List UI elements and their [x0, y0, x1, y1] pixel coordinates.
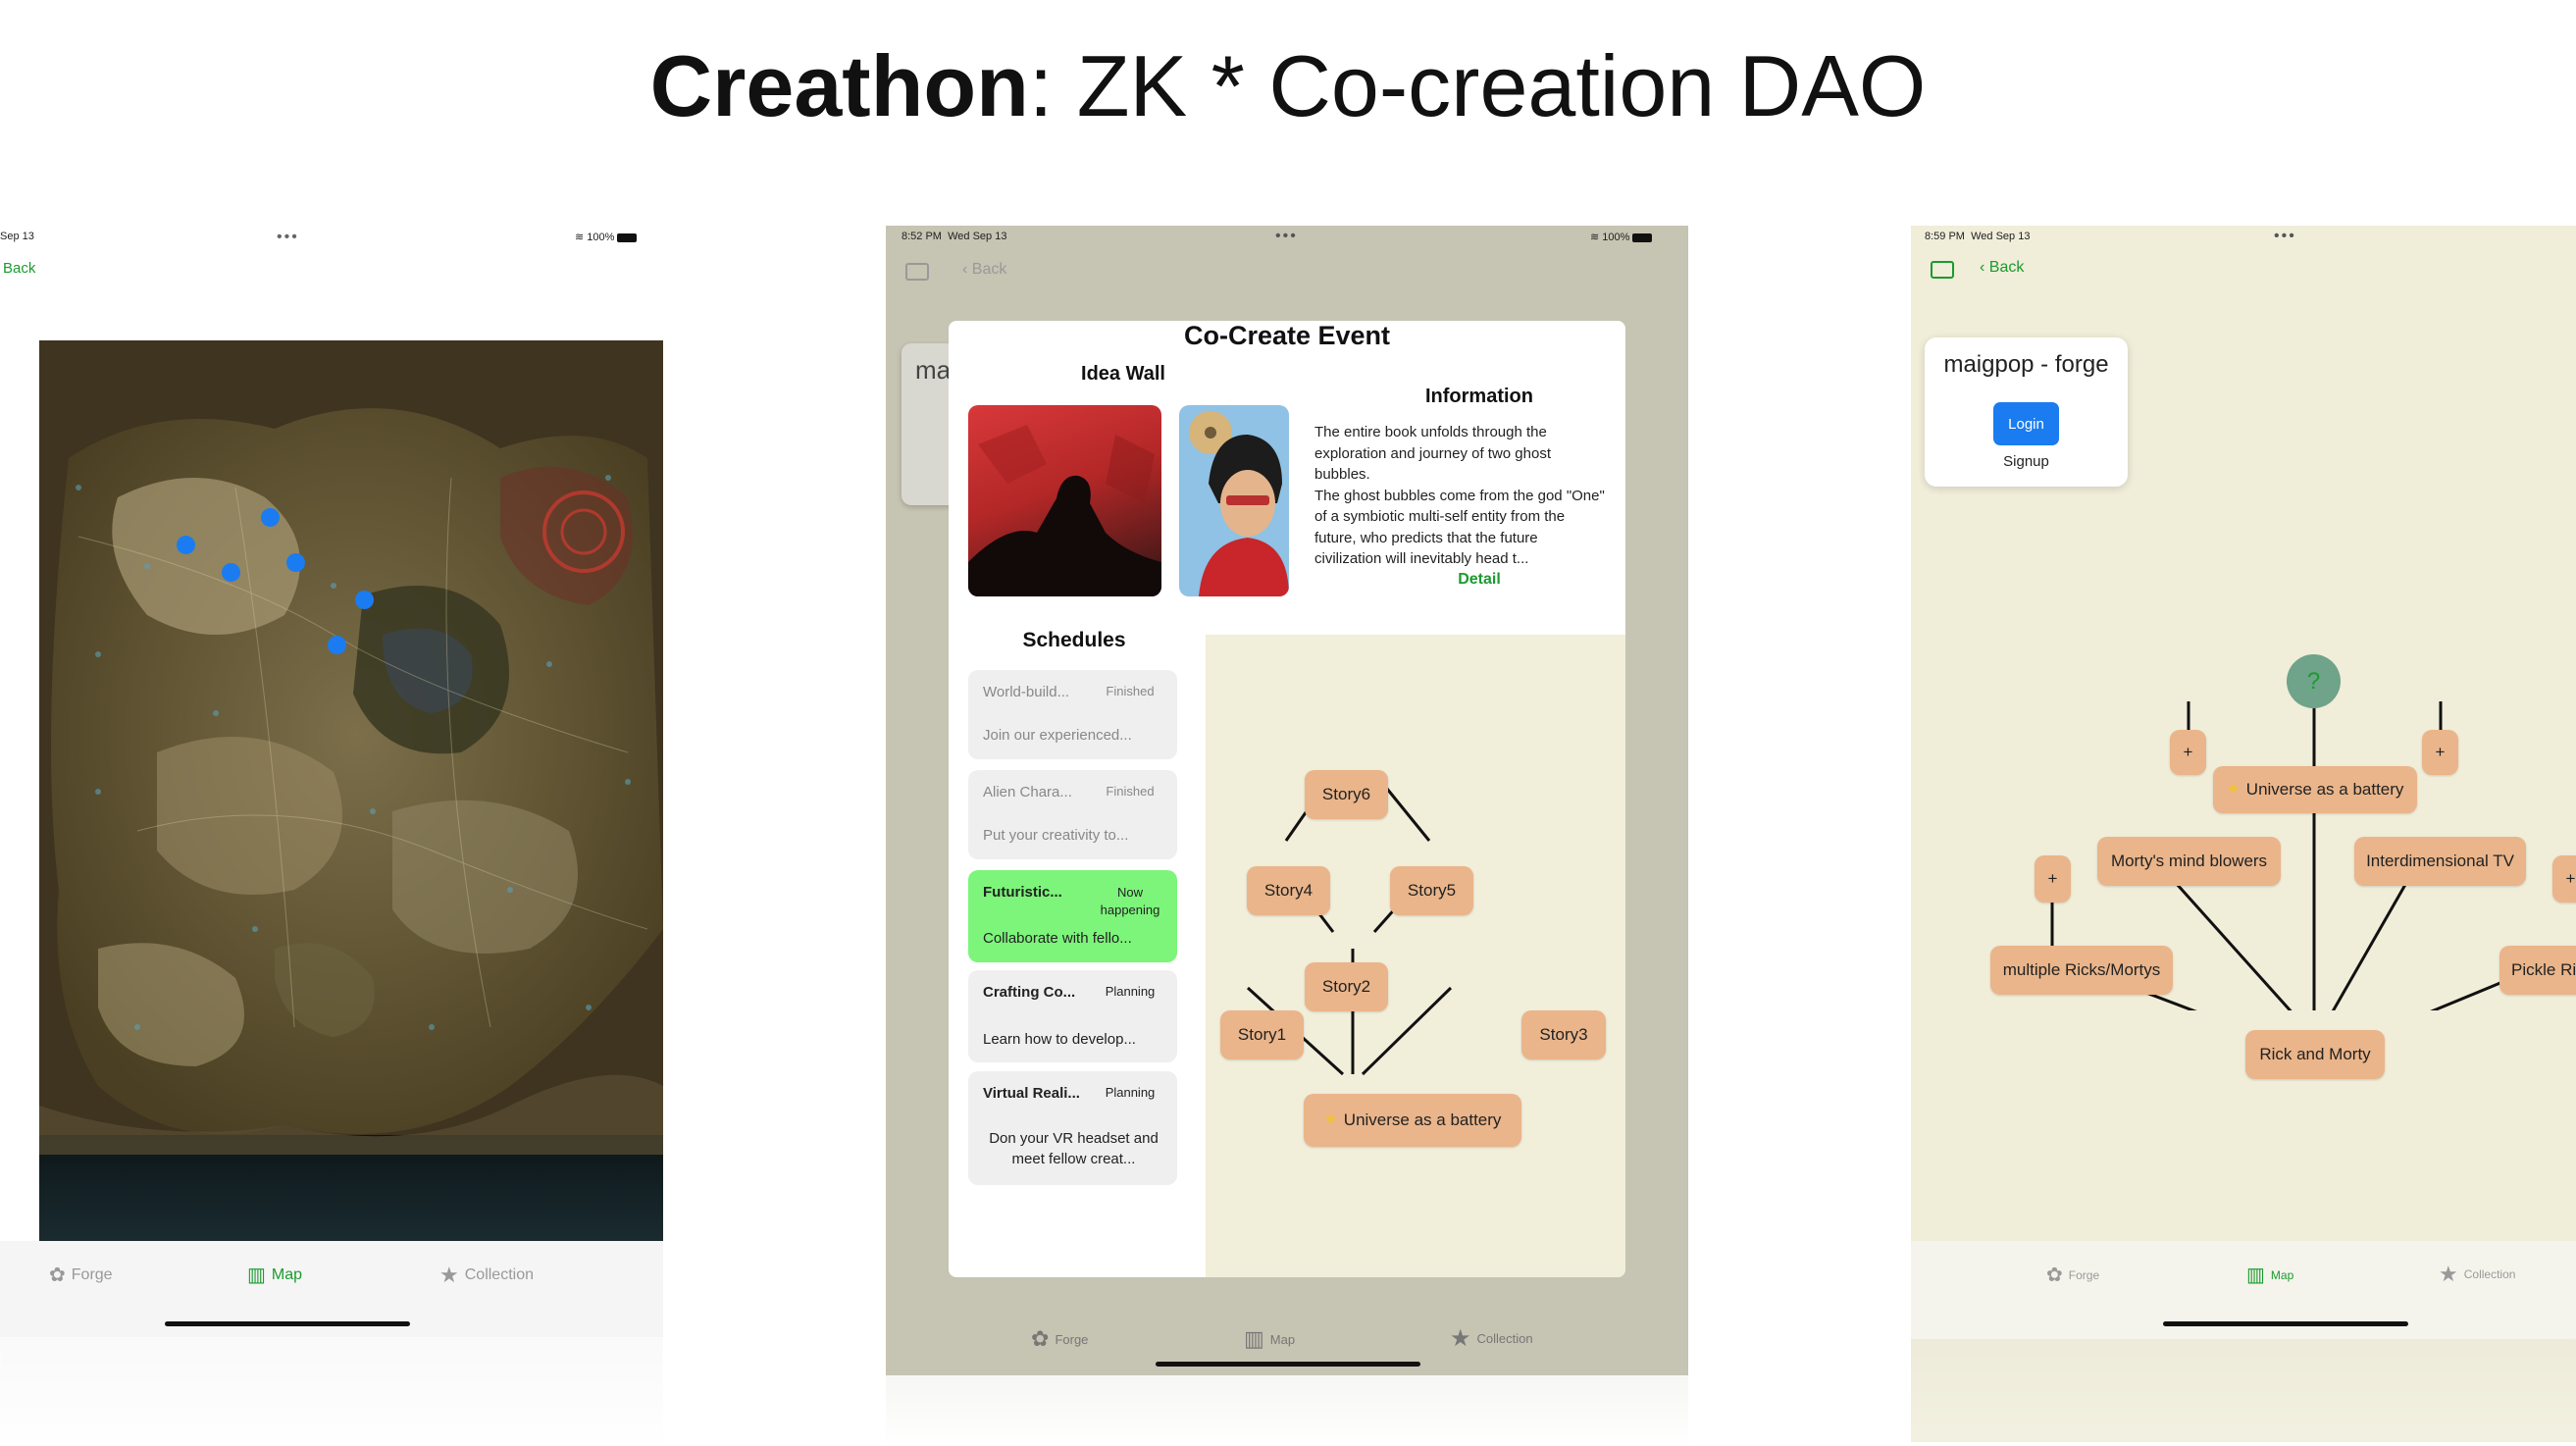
wifi-battery-status: ≋ 100% [1590, 231, 1653, 243]
back-button[interactable]: Back [3, 260, 35, 277]
battery-icon [617, 232, 638, 242]
story-graph-edges [1246, 772, 1453, 1076]
tab-forge[interactable]: ✿ Forge [49, 1263, 113, 1287]
graph-node-interdimensional[interactable]: Interdimensional TV [2354, 837, 2526, 886]
modal-title: Co-Create Event [1183, 321, 1391, 350]
sidebar-toggle-icon[interactable] [905, 263, 929, 281]
schedule-item[interactable]: Alien Chara... Finished Put your creativ… [968, 770, 1177, 859]
multitask-dots-icon[interactable]: ••• [277, 229, 299, 246]
schedule-item[interactable]: World-build... Finished Join our experie… [968, 670, 1177, 759]
back-button[interactable]: ‹ Back [962, 261, 1006, 279]
tab-collection[interactable]: ★ Collection [2439, 1262, 2515, 1287]
tab-map[interactable]: ▥ Map [1244, 1326, 1295, 1352]
tab-forge[interactable]: ✿ Forge [2046, 1263, 2099, 1287]
battery-icon [1632, 232, 1653, 242]
multitask-dots-icon[interactable]: ••• [1275, 228, 1298, 245]
forge-graph-edges [2050, 679, 2530, 1010]
information-title: Information [1425, 386, 1533, 407]
graph-node-story1[interactable]: Story1 [1220, 1010, 1304, 1059]
schedule-item[interactable]: Crafting Co... Planning Learn how to dev… [968, 970, 1177, 1062]
graph-node-story3[interactable]: Story3 [1521, 1010, 1606, 1059]
phone-map-screen: Sep 13 ••• ≋ 100% Back ✿ Forge ▥ Map ★ C… [0, 226, 663, 1446]
add-node-button[interactable]: + [2422, 730, 2458, 775]
world-map[interactable] [39, 340, 663, 1241]
silhouette-figure [968, 425, 1161, 596]
tab-collection[interactable]: ★ Collection [1450, 1324, 1533, 1353]
detail-link[interactable]: Detail [1347, 571, 1612, 589]
tab-bar: ✿ Forge ▥ Map ★ Collection [0, 1241, 663, 1337]
map-marker[interactable] [222, 563, 240, 582]
graph-node-mortys[interactable]: Morty's mind blowers [2097, 837, 2281, 886]
cocreate-event-modal: Co-Create Event Idea Wall Information Th… [949, 321, 1625, 1277]
status-time-date: 8:52 PM Wed Sep 13 [902, 231, 1007, 242]
map-marker[interactable] [328, 636, 346, 654]
map-marker[interactable] [177, 536, 195, 554]
wifi-icon: ≋ [575, 232, 585, 243]
tab-map[interactable]: ▥ Map [247, 1263, 302, 1287]
sparkle-icon: ✦ [1323, 1110, 1338, 1129]
portrait-figure [1189, 411, 1289, 596]
graph-node-root[interactable]: ✦ Universe as a battery [1304, 1094, 1521, 1147]
add-node-button[interactable]: + [2170, 730, 2206, 775]
wifi-battery-status: ≋ 100% [575, 231, 638, 243]
graph-node-universe[interactable]: ✦ Universe as a battery [2213, 766, 2417, 813]
idea-image-portrait[interactable] [1179, 405, 1289, 596]
graph-node-story6[interactable]: Story6 [1305, 770, 1388, 819]
chevron-left-icon: ‹ [962, 261, 968, 278]
information-text: The entire book unfolds through the expl… [1314, 424, 1605, 567]
home-indicator [1156, 1362, 1420, 1367]
home-indicator [2163, 1321, 2408, 1326]
add-node-button[interactable]: + [2035, 855, 2071, 903]
forge-icon: ✿ [49, 1265, 66, 1286]
graph-node-story5[interactable]: Story5 [1390, 866, 1473, 915]
idea-image-red-silhouette[interactable] [968, 405, 1161, 596]
slide-title: Creathon: ZK * Co-creation DAO [0, 37, 2576, 135]
home-indicator [165, 1321, 410, 1326]
wifi-icon: ≋ [1590, 232, 1600, 243]
graph-node-multiple[interactable]: multiple Ricks/Mortys [1990, 946, 2173, 995]
star-icon: ★ [439, 1263, 459, 1287]
phone-cocreate-screen: 8:52 PM Wed Sep 13 ••• ≋ 100% ‹ Back ma … [886, 226, 1688, 1375]
status-date: Sep 13 [0, 231, 34, 242]
tab-collection[interactable]: ★ Collection [439, 1263, 534, 1288]
schedules-title: Schedules [1022, 629, 1126, 651]
map-marker[interactable] [355, 591, 374, 609]
title-bold: Creathon [649, 37, 1029, 134]
star-icon: ★ [2439, 1262, 2458, 1286]
map-terrain [39, 340, 663, 1241]
graph-node-story4[interactable]: Story4 [1247, 866, 1330, 915]
schedule-item-now-happening[interactable]: Futuristic... Now happening Collaborate … [968, 870, 1177, 962]
schedule-item[interactable]: Virtual Reali... Planning Don your VR he… [968, 1071, 1177, 1185]
tab-map[interactable]: ▥ Map [2246, 1263, 2293, 1287]
tab-forge[interactable]: ✿ Forge [1031, 1326, 1088, 1352]
graph-node-pickle[interactable]: Pickle Ric [2499, 946, 2576, 995]
forge-icon: ✿ [2046, 1265, 2063, 1286]
reflection-bottom-2 [886, 1375, 1688, 1446]
reflection [1911, 1339, 2576, 1442]
question-node[interactable]: ? [2287, 654, 2341, 708]
graph-node-story2[interactable]: Story2 [1305, 962, 1388, 1011]
reflection [0, 1337, 663, 1446]
sparkle-icon: ✦ [2226, 780, 2241, 799]
map-marker[interactable] [286, 553, 305, 572]
idea-wall-title: Idea Wall [1081, 363, 1165, 385]
forge-icon: ✿ [1031, 1326, 1050, 1351]
map-marker[interactable] [261, 508, 280, 527]
story-graph-canvas[interactable]: Story6 Story4 Story5 Story2 Story1 Story… [1206, 635, 1625, 1277]
title-rest: : ZK * Co-creation DAO [1028, 37, 1927, 134]
tab-bar: ✿ Forge ▥ Map ★ Collection [1911, 1241, 2576, 1339]
add-node-button[interactable]: + [2552, 855, 2576, 903]
map-icon: ▥ [1244, 1326, 1264, 1351]
star-icon: ★ [1450, 1325, 1471, 1352]
phone-forge-screen: 8:59 PM Wed Sep 13 ••• ‹ Back maigpop - … [1911, 226, 2576, 1442]
map-icon: ▥ [2246, 1265, 2265, 1286]
graph-node-root[interactable]: Rick and Morty [2245, 1030, 2385, 1079]
map-icon: ▥ [247, 1265, 266, 1286]
